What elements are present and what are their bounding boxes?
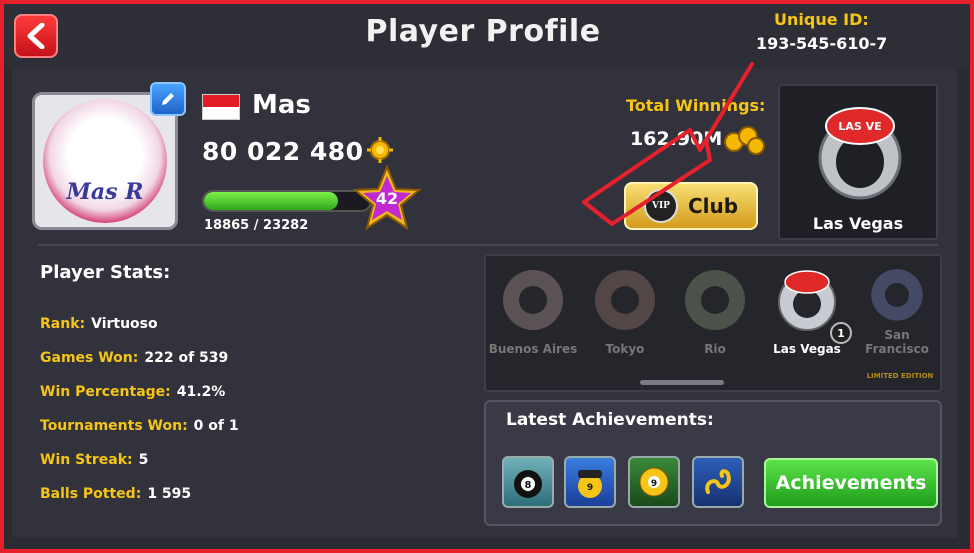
coin-icon xyxy=(367,137,393,163)
edit-avatar-button[interactable] xyxy=(150,82,186,116)
achievement-8ball-icon[interactable]: 8 xyxy=(502,456,554,508)
club-button[interactable]: VIP Club xyxy=(624,182,758,230)
total-winnings-value: 162.90M xyxy=(630,128,723,150)
club-button-label: Club xyxy=(687,194,739,218)
avatar-signature: Mas R xyxy=(66,179,144,205)
stat-tournaments-won: Tournaments Won: 0 of 1 xyxy=(40,418,239,434)
limited-edition-label: LIMITED EDITION xyxy=(866,372,934,380)
xp-progress-fill xyxy=(204,192,339,210)
ring-badge-text: LAS VE xyxy=(838,120,881,133)
stat-rank: Rank: Virtuoso xyxy=(40,316,158,332)
stat-value: 5 xyxy=(138,452,149,468)
ring-item-san-francisco[interactable]: San Francisco xyxy=(852,264,942,356)
ring-name: San Francisco xyxy=(865,328,929,356)
avatar-image: Mas R xyxy=(43,99,167,223)
total-winnings-label: Total Winnings: xyxy=(626,96,766,115)
las-vegas-ring-small-icon xyxy=(778,270,836,331)
latest-achievements-panel: Latest Achievements: 8 9 9 Achievements xyxy=(484,400,942,526)
achievement-dragon-icon[interactable] xyxy=(692,456,744,508)
stat-games-won: Games Won: 222 of 539 xyxy=(40,350,228,366)
latest-achievements-title: Latest Achievements: xyxy=(506,410,714,430)
stat-win-streak: Win Streak: 5 xyxy=(40,452,148,468)
player-stats-title: Player Stats: xyxy=(40,262,171,283)
svg-text:9: 9 xyxy=(587,483,593,493)
section-divider xyxy=(38,244,938,246)
country-flag xyxy=(202,94,240,120)
pencil-icon xyxy=(162,93,174,105)
stat-value: Virtuoso xyxy=(91,316,158,332)
stat-label: Rank: xyxy=(40,316,86,332)
ring-name: Buenos Aires xyxy=(488,342,578,356)
stat-balls-potted: Balls Potted: 1 595 xyxy=(40,486,191,502)
tokyo-ring-icon xyxy=(595,270,655,330)
carousel-scrollbar[interactable] xyxy=(640,380,724,385)
featured-ring-name: Las Vegas xyxy=(812,214,904,233)
coin-balance: 80 022 480 xyxy=(202,137,364,166)
stat-value: 41.2% xyxy=(176,384,226,400)
xp-progress-text: 18865 / 23282 xyxy=(204,218,309,233)
vip-icon: VIP xyxy=(643,189,678,223)
ring-item-rio[interactable]: Rio xyxy=(670,264,760,356)
san-francisco-ring-icon xyxy=(871,269,923,321)
ring-name: Rio xyxy=(704,342,726,356)
stat-label: Tournaments Won: xyxy=(40,418,188,434)
xp-progress-bar xyxy=(202,190,372,212)
unique-id-value: 193-545-610-7 xyxy=(756,34,888,53)
svg-text:8: 8 xyxy=(525,480,532,491)
rio-ring-icon xyxy=(685,270,745,330)
stat-value: 222 of 539 xyxy=(144,350,229,366)
player-name: Mas xyxy=(252,90,311,120)
stat-label: Win Streak: xyxy=(40,452,133,468)
stat-value: 1 595 xyxy=(147,486,192,502)
ring-name: Las Vegas xyxy=(773,342,841,356)
las-vegas-ring-icon: LAS VE xyxy=(818,107,902,200)
featured-ring-card[interactable]: LAS VE Las Vegas xyxy=(778,84,938,240)
ring-item-buenos-aires[interactable]: Buenos Aires xyxy=(488,264,578,356)
svg-text:9: 9 xyxy=(651,479,657,489)
stat-win-percentage: Win Percentage: 41.2% xyxy=(40,384,225,400)
buenos-aires-ring-icon xyxy=(503,270,563,330)
ring-item-tokyo[interactable]: Tokyo xyxy=(580,264,670,356)
ring-name: Tokyo xyxy=(605,342,645,356)
unique-id-label: Unique ID: xyxy=(774,10,869,29)
level-number: 42 xyxy=(375,189,399,208)
stat-label: Games Won: xyxy=(40,350,139,366)
stat-label: Win Percentage: xyxy=(40,384,171,400)
achievements-button[interactable]: Achievements xyxy=(764,458,938,508)
stat-label: Balls Potted: xyxy=(40,486,142,502)
coins-stack-icon xyxy=(724,126,765,155)
ring-count-badge: 1 xyxy=(830,322,852,344)
achievement-9ball-icon[interactable]: 9 xyxy=(628,456,680,508)
achievement-pirate-ball-icon[interactable]: 9 xyxy=(564,456,616,508)
rings-carousel[interactable]: Buenos Aires Tokyo Rio Las Vegas 1 San F… xyxy=(484,254,942,392)
stat-value: 0 of 1 xyxy=(193,418,239,434)
